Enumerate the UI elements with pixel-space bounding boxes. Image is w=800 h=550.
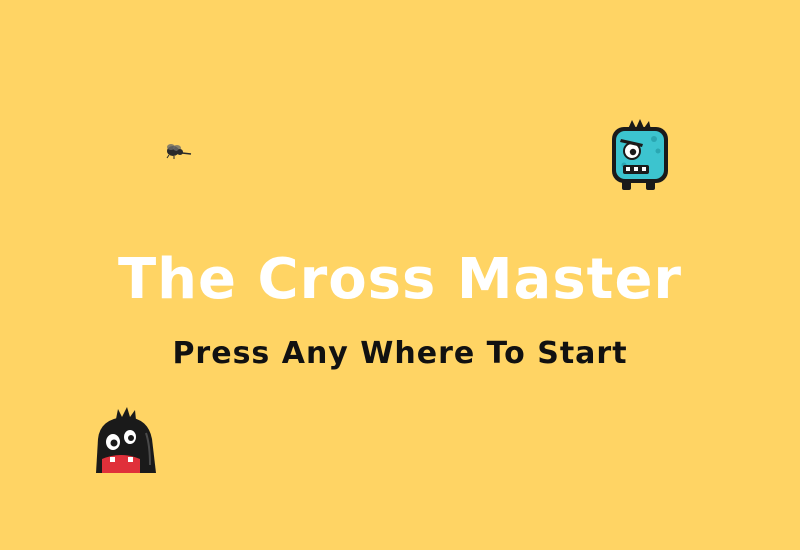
game-title: The Cross Master (117, 247, 683, 312)
game-start-screen[interactable]: The Cross Master Press Any Where To Star… (0, 0, 800, 550)
black-monster-sprite (96, 407, 156, 473)
start-prompt[interactable]: Press Any Where To Start (0, 334, 800, 374)
teal-monster-sprite (612, 119, 668, 190)
fly-sprite (166, 144, 192, 159)
